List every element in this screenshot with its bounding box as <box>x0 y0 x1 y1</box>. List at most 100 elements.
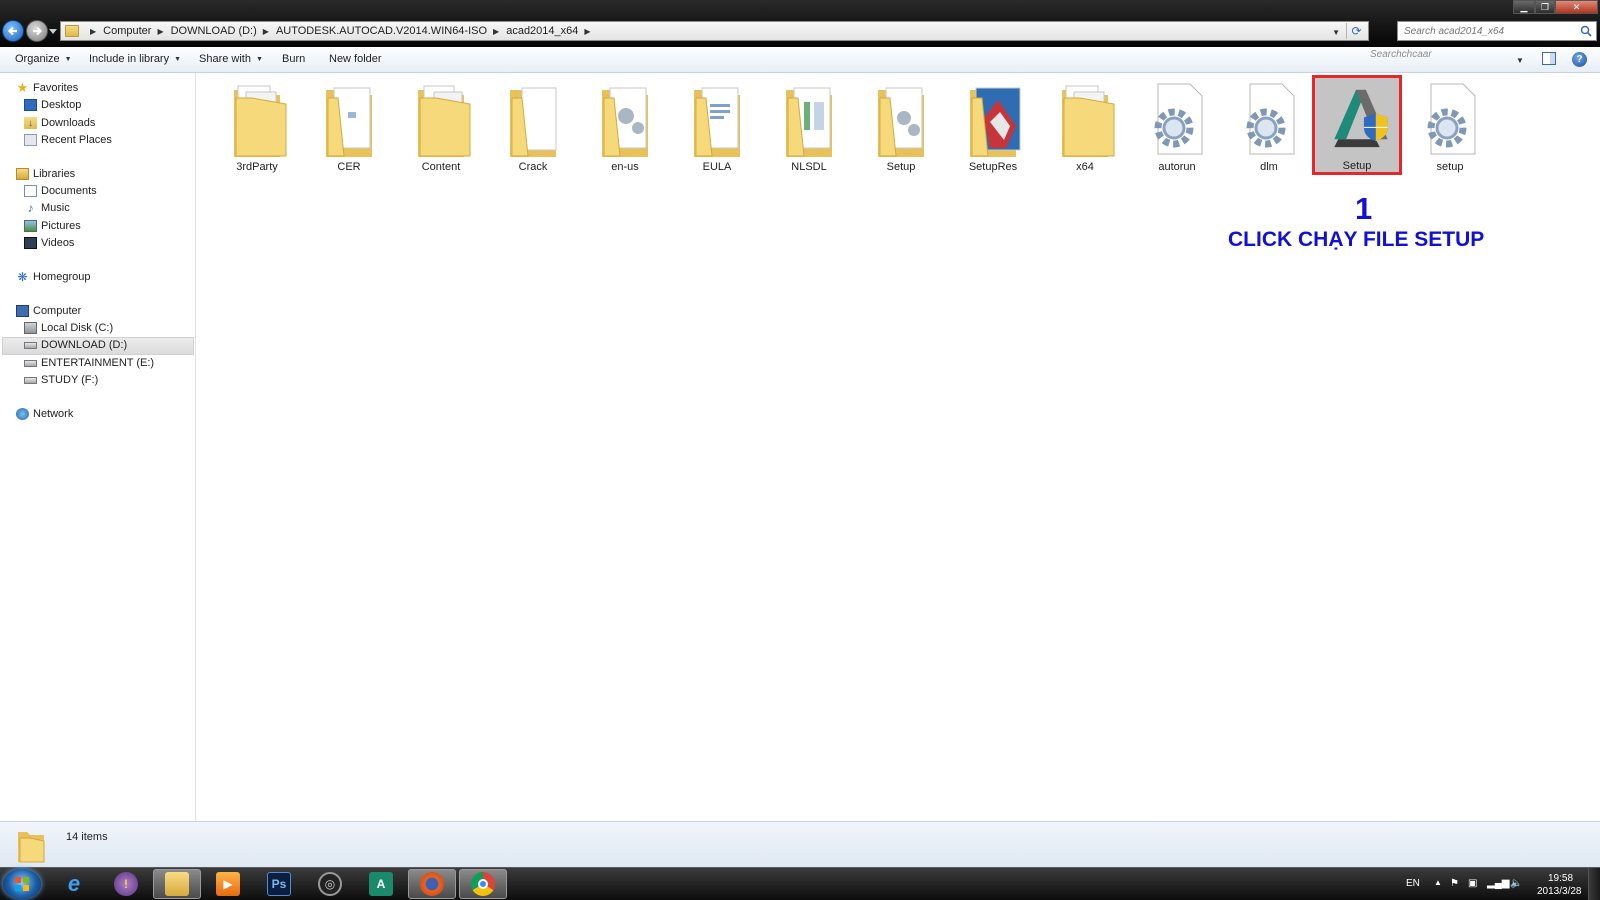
file-item[interactable]: CER <box>303 78 395 176</box>
taskbar-chrome[interactable] <box>459 869 507 899</box>
new-folder-button[interactable]: New folder <box>329 53 382 65</box>
clock-date[interactable]: 2013/3/28 <box>1537 886 1582 897</box>
nav-item-recent-places[interactable]: Recent Places <box>24 134 112 146</box>
search-icon[interactable] <box>1580 25 1592 37</box>
file-item[interactable]: en-us <box>579 78 671 176</box>
crumb-acad2014-x64[interactable]: acad2014_x64 <box>506 25 578 37</box>
nav-item-label: Local Disk (C:) <box>41 322 114 334</box>
search-box[interactable] <box>1397 21 1597 41</box>
nav-item-music[interactable]: ♪ Music <box>24 201 70 215</box>
file-item[interactable]: Setup <box>855 78 947 176</box>
network-icon <box>16 408 29 420</box>
close-icon: ✕ <box>1572 1 1581 12</box>
star-icon: ★ <box>16 80 29 95</box>
file-item[interactable]: setup <box>1404 78 1496 176</box>
share-with-button[interactable]: Share with ▼ <box>199 53 263 65</box>
app-6-icon: ◎ <box>318 872 342 896</box>
nav-item-pictures[interactable]: Pictures <box>24 220 81 232</box>
taskbar-app-6[interactable]: ◎ <box>306 869 354 899</box>
breadcrumb[interactable]: ▶ Computer ▶ DOWNLOAD (D:) ▶ AUTODESK.AU… <box>60 21 1369 41</box>
file-item[interactable]: autorun <box>1131 78 1223 176</box>
change-view-dropdown-icon[interactable]: ▼ <box>1516 56 1524 65</box>
file-item[interactable]: NLSDL <box>763 78 855 176</box>
windows-explorer-icon <box>165 872 189 896</box>
nav-item-study-f[interactable]: STUDY (F:) <box>24 374 98 386</box>
taskbar-media-player[interactable]: ▶ <box>204 869 252 899</box>
crumb-computer[interactable]: Computer <box>103 25 151 37</box>
navigation-pane: ★ Favorites Desktop ↓ Downloads Recent P… <box>0 73 196 821</box>
firefox-icon <box>420 872 444 896</box>
nav-item-entertainment-e[interactable]: ENTERTAINMENT (E:) <box>24 357 154 369</box>
nav-libraries[interactable]: Libraries <box>16 168 75 180</box>
preview-pane-button[interactable] <box>1542 52 1556 65</box>
volume-icon[interactable]: 🔈 <box>1510 878 1522 889</box>
libraries-icon <box>16 168 29 180</box>
start-button[interactable] <box>3 869 41 899</box>
chevron-right-icon[interactable]: ▶ <box>90 27 96 36</box>
nav-item-downloads[interactable]: ↓ Downloads <box>24 117 95 129</box>
minimize-button[interactable]: ▁ <box>1513 0 1535 14</box>
chevron-right-icon[interactable]: ▶ <box>584 27 590 36</box>
nav-item-videos[interactable]: Videos <box>24 237 74 249</box>
nav-item-label: Videos <box>41 237 75 249</box>
search-input[interactable] <box>1404 25 1574 37</box>
show-hidden-icons-button[interactable]: ▲ <box>1434 878 1442 887</box>
file-item-setup-selected[interactable]: Setup <box>1312 75 1402 175</box>
taskbar-messenger[interactable]: ! <box>102 869 150 899</box>
taskbar-firefox[interactable] <box>408 869 456 899</box>
show-desktop-button[interactable] <box>1588 868 1600 900</box>
nav-homegroup[interactable]: ❋ Homegroup <box>16 270 90 284</box>
file-name: Setup <box>1342 160 1372 172</box>
file-item[interactable]: SetupRes <box>947 78 1039 176</box>
power-icon[interactable]: ▣ <box>1468 878 1477 889</box>
file-item[interactable]: EULA <box>671 78 763 176</box>
close-button[interactable]: ✕ <box>1555 0 1598 14</box>
taskbar-autocad[interactable]: A <box>357 869 405 899</box>
chevron-right-icon[interactable]: ▶ <box>263 27 269 36</box>
burn-label: Burn <box>282 53 306 65</box>
file-item[interactable]: 3rdParty <box>211 78 303 176</box>
file-name: autorun <box>1158 161 1196 173</box>
nav-computer[interactable]: Computer <box>16 305 81 317</box>
file-item[interactable]: dlm <box>1223 78 1315 176</box>
clock-time[interactable]: 19:58 <box>1548 873 1573 884</box>
taskbar-photoshop[interactable]: Ps <box>255 869 303 899</box>
forward-button[interactable] <box>26 20 48 42</box>
nav-libraries-label: Libraries <box>33 168 76 180</box>
taskbar-internet-explorer[interactable]: e <box>50 869 98 899</box>
computer-icon <box>16 305 29 317</box>
maximize-button[interactable]: ❐ <box>1535 0 1555 14</box>
crumb-download-d[interactable]: DOWNLOAD (D:) <box>171 25 257 37</box>
taskbar-windows-explorer[interactable] <box>153 869 201 899</box>
nav-item-download-d[interactable]: DOWNLOAD (D:) <box>24 339 127 351</box>
chevron-right-icon[interactable]: ▶ <box>157 27 163 36</box>
burn-button[interactable]: Burn <box>282 53 305 65</box>
network-signal-icon[interactable]: ▂▄▆ <box>1487 878 1509 889</box>
nav-item-label: Documents <box>41 185 97 197</box>
organize-label: Organize <box>15 53 60 65</box>
action-center-flag-icon[interactable]: ⚑ <box>1450 878 1459 889</box>
address-history-dropdown-icon[interactable]: ▼ <box>1332 28 1340 37</box>
language-indicator[interactable]: EN <box>1406 878 1420 889</box>
nav-network[interactable]: Network <box>16 408 73 420</box>
file-item[interactable]: Crack <box>487 78 579 176</box>
back-button[interactable] <box>2 20 24 42</box>
details-pane: 14 items <box>0 821 1600 867</box>
organize-button[interactable]: Organize ▼ <box>15 53 72 65</box>
crumb-autodesk-iso[interactable]: AUTODESK.AUTOCAD.V2014.WIN64-ISO <box>276 25 487 37</box>
nav-item-local-disk-c[interactable]: Local Disk (C:) <box>24 322 113 334</box>
include-in-library-button[interactable]: Include in library ▼ <box>89 53 181 65</box>
file-item[interactable]: Content <box>395 78 487 176</box>
autocad-icon: A <box>369 872 393 896</box>
nav-computer-label: Computer <box>33 305 82 317</box>
file-item[interactable]: x64 <box>1039 78 1131 176</box>
refresh-button[interactable]: ⟳ <box>1346 23 1366 39</box>
nav-item-documents[interactable]: Documents <box>24 185 97 197</box>
nav-item-desktop[interactable]: Desktop <box>24 99 81 111</box>
help-button[interactable]: ? <box>1572 52 1587 67</box>
chevron-right-icon[interactable]: ▶ <box>493 27 499 36</box>
folder-icon <box>970 87 1021 157</box>
recent-pages-dropdown-icon[interactable] <box>49 29 57 35</box>
nav-favorites[interactable]: ★ Favorites <box>16 80 79 95</box>
file-name: Crack <box>518 161 548 173</box>
